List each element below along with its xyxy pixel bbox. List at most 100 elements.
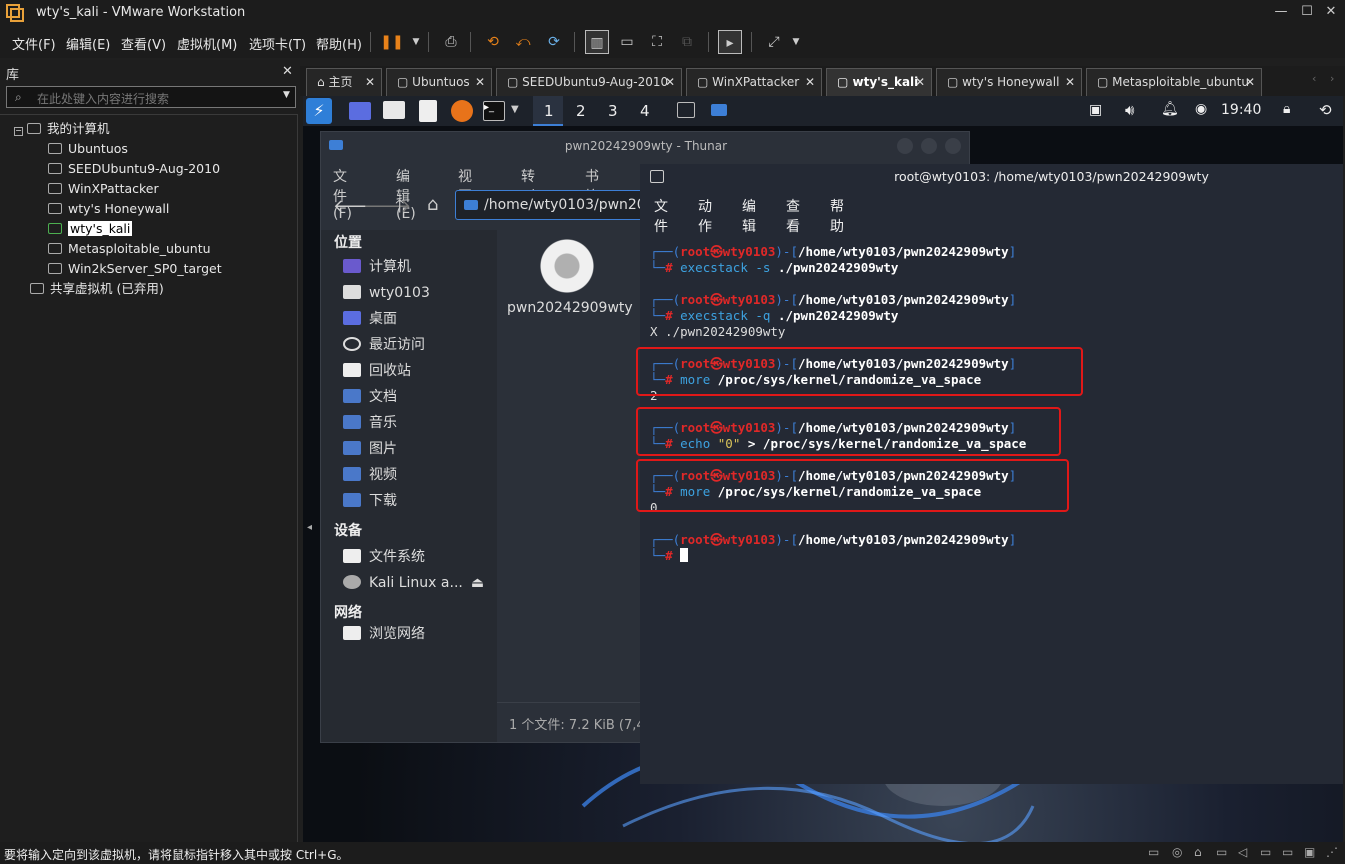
library-search-input[interactable]: ⌕ 在此处键入内容进行搜索 ▼ — [6, 86, 296, 108]
kali-menu-icon[interactable]: ⚡ — [306, 98, 332, 124]
network-adapter-icon[interactable]: ⌂ — [1194, 845, 1202, 859]
pause-icon[interactable]: ❚❚ — [380, 30, 404, 54]
sidebar-item-downloads[interactable]: 下载 — [343, 490, 397, 512]
sidebar-item-recent[interactable]: 最近访问 — [343, 334, 425, 356]
home-icon[interactable]: ⌂ — [427, 194, 438, 215]
tab-winxpattacker[interactable]: ▢ WinXPattacker ✕ — [686, 68, 822, 96]
library-view-icon[interactable]: ▥ — [585, 30, 609, 54]
gear-icon[interactable] — [539, 238, 595, 294]
printer-icon[interactable]: ▭ — [1260, 845, 1271, 859]
revert-snapshot-icon[interactable]: ⤺ — [511, 30, 535, 54]
terminal-menu-help[interactable]: 帮助 — [830, 196, 844, 236]
address-bar[interactable]: /home/wty0103/pwn202 — [455, 190, 651, 220]
unity-icon[interactable]: ⧉ — [675, 30, 699, 54]
library-close-button[interactable]: ✕ — [282, 64, 293, 79]
menu-view[interactable]: 查看(V) — [121, 34, 166, 53]
workspace-4[interactable]: 4 — [640, 102, 650, 120]
close-icon[interactable]: ✕ — [665, 69, 675, 95]
console-icon[interactable]: ▸ — [718, 30, 742, 54]
chevron-down-icon[interactable]: ▼ — [511, 104, 519, 115]
sidebar-item-music[interactable]: 音乐 — [343, 412, 397, 434]
tree-vm-honeywall[interactable]: wty's Honeywall — [48, 199, 169, 219]
clock[interactable]: 19:40 — [1221, 102, 1261, 118]
close-icon[interactable]: ✕ — [1245, 69, 1255, 95]
sidebar-item-pictures[interactable]: 图片 — [343, 438, 397, 460]
snapshot-manager-icon[interactable]: ⟳ — [542, 30, 566, 54]
sidebar-item-home[interactable]: wty0103 — [343, 282, 430, 304]
display-icon[interactable]: ▭ — [1282, 845, 1293, 859]
bell-icon[interactable]: 🔔︎ — [1161, 101, 1179, 117]
sidebar-collapse-icon[interactable]: ◂ — [307, 522, 312, 533]
menu-edit[interactable]: 编辑(E) — [66, 34, 110, 53]
taskbar-terminal-icon[interactable] — [677, 102, 695, 118]
eject-icon[interactable]: ⏏ — [471, 575, 484, 591]
tree-vm-wty-kali[interactable]: wty's_kali — [48, 219, 133, 239]
close-icon[interactable]: ✕ — [475, 69, 485, 95]
menu-vm[interactable]: 虚拟机(M) — [177, 34, 237, 53]
tab-home[interactable]: ⌂ 主页 ✕ — [306, 68, 382, 96]
fullscreen-icon[interactable]: ⛶ — [645, 30, 669, 54]
minimize-button[interactable] — [897, 138, 913, 154]
tab-wty-kali[interactable]: ▢ wty's_kali ✕ — [826, 68, 932, 96]
workspace-2[interactable]: 2 — [576, 102, 586, 120]
cd-icon[interactable]: ◎ — [1172, 845, 1182, 859]
workspace-3[interactable]: 3 — [608, 102, 618, 120]
up-icon[interactable]: 🡑 — [395, 194, 404, 224]
send-keys-icon[interactable]: ⎙ — [439, 30, 463, 54]
collapse-icon[interactable]: − — [14, 127, 23, 136]
workspace-1[interactable]: 1 — [533, 96, 563, 126]
display-icon[interactable]: ▣ — [1089, 102, 1102, 118]
stretch-icon[interactable]: ⤢ — [762, 30, 786, 54]
terminal-menu-action[interactable]: 动作 — [698, 196, 712, 236]
sidebar-item-browse-network[interactable]: 浏览网络 — [343, 626, 425, 640]
snapshot-icon[interactable]: ⟲ — [481, 30, 505, 54]
tree-vm-ubuntuos[interactable]: Ubuntuos — [48, 139, 128, 159]
menu-tabs[interactable]: 选项卡(T) — [249, 34, 306, 53]
menu-help[interactable]: 帮助(H) — [316, 34, 362, 53]
text-editor-icon[interactable] — [419, 100, 437, 122]
tab-seedubuntu[interactable]: ▢ SEEDUbuntu9-Aug-2010 ✕ — [496, 68, 682, 96]
close-icon[interactable]: ✕ — [1065, 69, 1075, 95]
volume-icon[interactable]: 🔊︎ — [1125, 101, 1134, 119]
maximize-button[interactable]: ☐ — [1294, 0, 1320, 26]
power-manager-icon[interactable]: ◉ — [1195, 101, 1207, 117]
tree-vm-winxpattacker[interactable]: WinXPattacker — [48, 179, 159, 199]
tab-ubuntuos[interactable]: ▢ Ubuntuos ✕ — [386, 68, 492, 96]
tab-honeywall[interactable]: ▢ wty's Honeywall ✕ — [936, 68, 1082, 96]
sidebar-item-computer[interactable]: 计算机 — [343, 256, 411, 278]
lock-icon[interactable]: 🔒︎ — [1283, 101, 1290, 117]
chevron-down-icon[interactable]: ▼ — [784, 30, 808, 54]
firefox-icon[interactable] — [451, 100, 473, 122]
close-button[interactable]: ✕ — [1318, 0, 1344, 26]
sidebar-item-trash[interactable]: 回收站 — [343, 360, 411, 382]
maximize-button[interactable] — [921, 138, 937, 154]
taskbar-thunar-icon[interactable] — [711, 104, 727, 116]
thumbnail-view-icon[interactable]: ▭ — [615, 30, 639, 54]
message-icon[interactable]: ▣ — [1304, 845, 1315, 859]
sound-icon[interactable]: ◁ — [1238, 845, 1247, 859]
sidebar-item-desktop[interactable]: 桌面 — [343, 308, 397, 330]
terminal-window[interactable]: root@wty0103: /home/wty0103/pwn20242909w… — [636, 164, 1343, 784]
terminal-menu-file[interactable]: 文件 — [654, 196, 668, 236]
sidebar-item-kali-disc[interactable]: Kali Linux a... ⏏ — [343, 572, 484, 594]
tree-shared-vms[interactable]: 共享虚拟机 (已弃用) — [30, 279, 164, 299]
logout-icon[interactable]: ⟲ — [1319, 101, 1332, 119]
terminal-menu-view[interactable]: 查看 — [786, 196, 800, 236]
chevron-down-icon[interactable]: ▼ — [283, 90, 290, 100]
tree-vm-seedubuntu[interactable]: SEEDUbuntu9-Aug-2010 — [48, 159, 220, 179]
terminal-icon[interactable]: ▸_ — [483, 101, 505, 121]
terminal-menu-edit[interactable]: 编辑 — [742, 196, 756, 236]
tab-metasploitable[interactable]: ▢ Metasploitable_ubuntu ✕ — [1086, 68, 1262, 96]
vm-display[interactable]: ⚡ ▸_ ▼ 1 2 3 4 ▣ 🔊︎ 🔔︎ ◉ 19:40 🔒︎ ⟲ Fire… — [303, 96, 1343, 842]
chevron-down-icon[interactable]: ▼ — [404, 30, 428, 54]
menu-file[interactable]: 文件(F) — [12, 34, 56, 53]
sidebar-item-filesystem[interactable]: 文件系统 — [343, 546, 425, 568]
show-desktop-icon[interactable] — [349, 102, 371, 120]
sidebar-item-videos[interactable]: 视频 — [343, 464, 397, 486]
tab-scroll-right-icon[interactable]: › — [1330, 72, 1334, 85]
minimize-button[interactable]: — — [1268, 0, 1294, 26]
hdd-icon[interactable]: ▭ — [1148, 845, 1159, 859]
file-manager-icon[interactable] — [383, 101, 405, 119]
close-icon[interactable]: ✕ — [365, 69, 375, 95]
tab-scroll-left-icon[interactable]: ‹ — [1312, 72, 1316, 85]
